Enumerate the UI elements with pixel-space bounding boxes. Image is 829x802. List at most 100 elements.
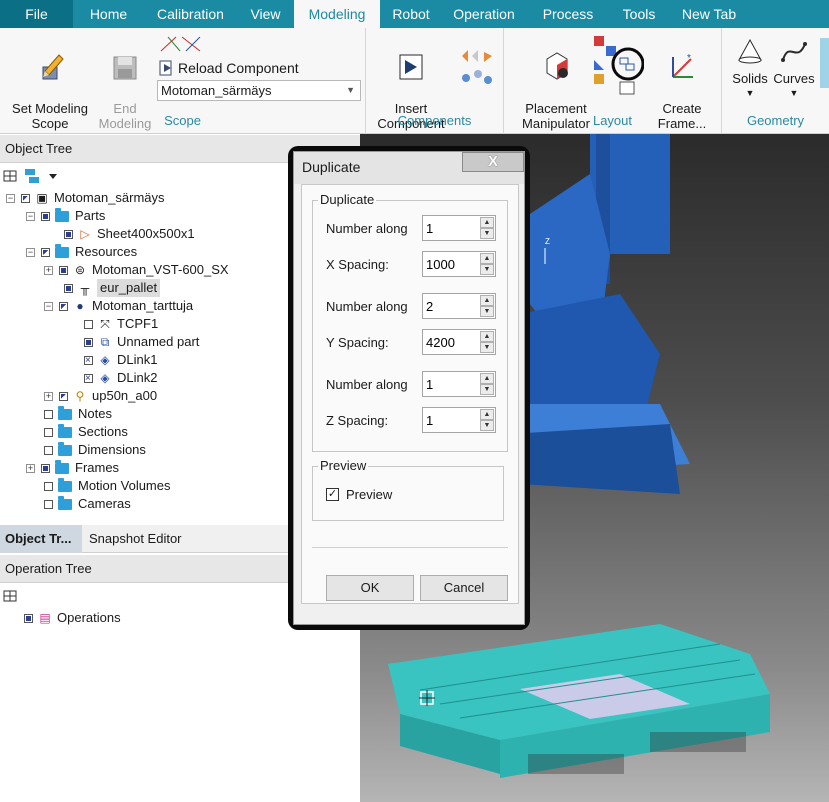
spin-down-icon[interactable]: ▼ <box>480 384 494 395</box>
tree-item-dimensions[interactable]: Dimensions <box>44 441 146 459</box>
tree-item-motion-volumes[interactable]: Motion Volumes <box>44 477 171 495</box>
tree-item-motoman-vst[interactable]: + ⊜ Motoman_VST-600_SX <box>44 261 229 279</box>
tree-item-sections[interactable]: Sections <box>44 423 128 441</box>
ok-button[interactable]: OK <box>326 575 414 601</box>
collapse-icon[interactable]: − <box>6 193 15 203</box>
close-button[interactable]: X <box>462 152 524 172</box>
visibility-checkbox[interactable] <box>59 301 68 311</box>
dialog-titlebar[interactable]: Duplicate X <box>294 152 524 184</box>
create-frame-button[interactable]: * Create Frame... ▼ <box>644 36 720 148</box>
tab-home[interactable]: Home <box>73 0 144 28</box>
visibility-checkbox[interactable] <box>24 613 33 623</box>
number-along-x-input[interactable] <box>423 216 479 240</box>
visibility-checkbox[interactable] <box>84 352 93 370</box>
number-along-z-input[interactable] <box>423 372 479 396</box>
visibility-checkbox[interactable] <box>84 319 93 329</box>
expand-icon[interactable]: + <box>44 265 53 275</box>
number-along-y-input[interactable] <box>423 294 479 318</box>
tree-item-frames[interactable]: + Frames <box>26 459 119 477</box>
tab-modeling[interactable]: Modeling <box>294 0 380 28</box>
visibility-checkbox[interactable] <box>44 499 53 509</box>
collapse-icon[interactable]: − <box>26 211 35 221</box>
visibility-checkbox[interactable] <box>44 481 53 491</box>
visibility-checkbox[interactable] <box>64 283 73 293</box>
tree-item-sheet[interactable]: ▷ Sheet400x500x1 <box>64 225 195 243</box>
cancel-button[interactable]: Cancel <box>420 575 508 601</box>
visibility-checkbox[interactable] <box>44 409 53 419</box>
visibility-checkbox[interactable] <box>41 247 50 257</box>
visibility-checkbox[interactable] <box>44 427 53 437</box>
spin-down-icon[interactable]: ▼ <box>480 420 494 431</box>
number-along-z-spinner[interactable]: ▲ ▼ <box>422 371 496 397</box>
tree-item-dlink1[interactable]: ◈ DLink1 <box>84 351 157 370</box>
visibility-checkbox[interactable] <box>84 370 93 388</box>
y-spacing-input[interactable] <box>423 330 479 354</box>
reload-component-button[interactable]: Reload Component <box>159 59 299 77</box>
spin-up-icon[interactable]: ▲ <box>480 373 494 384</box>
visibility-checkbox[interactable] <box>21 193 30 203</box>
number-along-y-spinner[interactable]: ▲ ▼ <box>422 293 496 319</box>
tree-item-unnamed-part[interactable]: ⧉ Unnamed part <box>84 333 199 351</box>
expand-icon[interactable]: + <box>26 463 35 473</box>
layout-tools-icon[interactable] <box>590 34 644 98</box>
x-spacing-input[interactable] <box>423 252 479 276</box>
tab-object-tree[interactable]: Object Tr... <box>0 525 82 553</box>
tree-item-tcpf1[interactable]: ⤧ TCPF1 <box>84 315 158 333</box>
visibility-checkbox[interactable] <box>41 211 50 221</box>
ribbon-group-geometry: Solids ▼ Curves ▼ Geometry <box>722 28 829 134</box>
spin-down-icon[interactable]: ▼ <box>480 228 494 239</box>
spin-up-icon[interactable]: ▲ <box>480 409 494 420</box>
collapse-icon[interactable]: − <box>44 301 53 311</box>
collapse-icon[interactable]: − <box>26 247 35 257</box>
spin-down-icon[interactable]: ▼ <box>480 264 494 275</box>
spin-up-icon[interactable]: ▲ <box>480 253 494 264</box>
tree-item-motoman-sarmays[interactable]: − ▣ Motoman_särmäys <box>6 189 165 207</box>
number-along-x-spinner[interactable]: ▲ ▼ <box>422 215 496 241</box>
tab-operation[interactable]: Operation <box>442 0 526 28</box>
curves-button[interactable]: Curves ▼ <box>772 36 816 101</box>
component-parts-icon[interactable] <box>458 42 498 90</box>
z-spacing-input[interactable] <box>423 408 479 432</box>
geometry-overflow-icon[interactable] <box>820 38 829 88</box>
tree-item-cameras[interactable]: Cameras <box>44 495 131 513</box>
tab-process[interactable]: Process <box>526 0 610 28</box>
expand-icon[interactable]: + <box>44 391 53 401</box>
tree-item-dlink2[interactable]: ◈ DLink2 <box>84 369 157 388</box>
visibility-checkbox[interactable] <box>59 265 68 275</box>
spin-up-icon[interactable]: ▲ <box>480 217 494 228</box>
solids-button[interactable]: Solids ▼ <box>728 36 772 101</box>
spin-up-icon[interactable]: ▲ <box>480 331 494 342</box>
scope-combo[interactable]: Motoman_särmäys ▼ <box>157 80 361 101</box>
z-spacing-spinner[interactable]: ▲ ▼ <box>422 407 496 433</box>
x-spacing-spinner[interactable]: ▲ ▼ <box>422 251 496 277</box>
visibility-checkbox[interactable] <box>59 391 68 401</box>
tab-robot[interactable]: Robot <box>380 0 442 28</box>
tree-item-parts[interactable]: − Parts <box>26 207 105 225</box>
tree-item-motoman-tarttuja[interactable]: − ● Motoman_tarttuja <box>44 297 193 315</box>
tab-file[interactable]: File <box>0 0 73 28</box>
tab-snapshot-editor[interactable]: Snapshot Editor <box>84 525 187 553</box>
tab-tools[interactable]: Tools <box>610 0 668 28</box>
tree-item-eur-pallet[interactable]: ╥ eur_pallet <box>64 279 161 297</box>
spin-down-icon[interactable]: ▼ <box>480 342 494 353</box>
preview-checkbox[interactable]: ✓ <box>326 488 339 501</box>
tab-calibration[interactable]: Calibration <box>144 0 237 28</box>
visibility-checkbox[interactable] <box>44 445 53 455</box>
preview-checkbox-row[interactable]: ✓ Preview <box>326 487 392 502</box>
y-spacing-spinner[interactable]: ▲ ▼ <box>422 329 496 355</box>
visibility-checkbox[interactable] <box>84 337 93 347</box>
folder-icon <box>55 243 69 258</box>
tree-item-resources[interactable]: − Resources <box>26 243 137 261</box>
visibility-checkbox[interactable] <box>41 463 50 473</box>
spin-up-icon[interactable]: ▲ <box>480 295 494 306</box>
tree-item-operations[interactable]: ▤ Operations <box>24 609 121 627</box>
reference-frames-icon[interactable] <box>158 33 204 55</box>
tree-item-up50n[interactable]: + ⚲ up50n_a00 <box>44 387 157 405</box>
spin-down-icon[interactable]: ▼ <box>480 306 494 317</box>
operation-tree-toolbar-icon[interactable] <box>3 588 19 604</box>
object-tree-toolbar[interactable] <box>3 168 63 184</box>
tab-view[interactable]: View <box>237 0 294 28</box>
tree-item-notes[interactable]: Notes <box>44 405 112 423</box>
visibility-checkbox[interactable] <box>64 229 73 239</box>
tab-new-tab[interactable]: New Tab <box>668 0 750 28</box>
